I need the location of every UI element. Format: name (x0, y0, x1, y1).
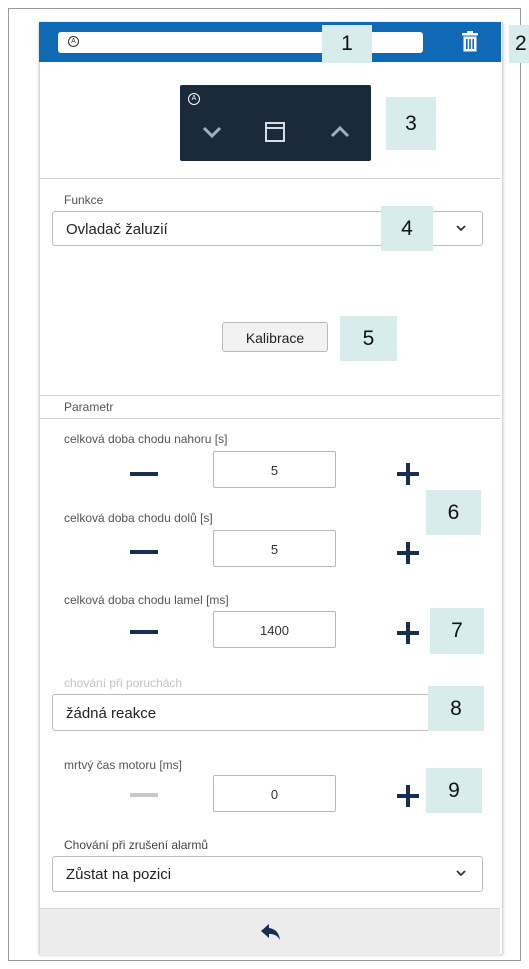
calibration-button[interactable]: Kalibrace (222, 322, 328, 352)
alarm-cancel-value: Zůstat na pozici (66, 866, 172, 883)
blind-stop-icon[interactable] (264, 121, 286, 143)
trash-icon[interactable] (460, 31, 480, 53)
alarm-cancel-label: Chování při zrušení alarmů (64, 838, 209, 852)
up-time-increment-button[interactable] (397, 463, 419, 485)
parameter-section-title: Parametr (64, 400, 114, 414)
back-arrow-icon[interactable] (260, 923, 282, 941)
footer-bar (40, 908, 500, 955)
callout-9: 9 (426, 768, 482, 813)
chevron-down-icon[interactable] (202, 125, 222, 139)
function-value: Ovladač žaluzií (66, 221, 168, 238)
auto-mode-icon: A (68, 36, 79, 47)
divider (40, 178, 500, 179)
dead-time-decrement-button[interactable] (130, 793, 158, 797)
callout-8: 8 (428, 686, 484, 731)
chevron-up-icon[interactable] (330, 125, 350, 139)
blind-control-preview: A (180, 85, 371, 161)
down-time-label: celková doba chodu dolů [s] (64, 511, 213, 525)
callout-3: 3 (386, 97, 436, 150)
callout-1: 1 (322, 25, 372, 63)
auto-mode-icon: A (188, 93, 200, 105)
up-time-decrement-button[interactable] (130, 472, 158, 476)
dead-time-label: mrtvý čas motoru [ms] (64, 758, 183, 772)
dead-time-input[interactable]: 0 (213, 775, 336, 812)
slat-time-increment-button[interactable] (397, 622, 419, 644)
slat-time-decrement-button[interactable] (130, 630, 158, 634)
chevron-down-icon (456, 870, 466, 877)
fault-behavior-select[interactable]: žádná reakce (52, 694, 483, 731)
fault-behavior-value: žádná reakce (66, 705, 157, 722)
divider (40, 418, 500, 419)
down-time-input[interactable]: 5 (213, 530, 336, 567)
callout-2: 2 (509, 25, 529, 63)
down-time-decrement-button[interactable] (130, 550, 158, 554)
function-label: Funkce (64, 193, 104, 207)
up-time-input[interactable]: 5 (213, 451, 336, 488)
down-time-increment-button[interactable] (397, 542, 419, 564)
callout-5: 5 (340, 316, 397, 361)
callout-4: 4 (381, 206, 433, 251)
divider (40, 395, 500, 396)
chevron-down-icon (456, 225, 466, 232)
slat-time-label: celková doba chodu lamel [ms] (64, 593, 229, 607)
up-time-label: celková doba chodu nahoru [s] (64, 432, 228, 446)
callout-6: 6 (426, 490, 481, 535)
callout-7: 7 (430, 608, 484, 654)
fault-behavior-label: chování při poruchách (64, 676, 183, 690)
alarm-cancel-select[interactable]: Zůstat na pozici (52, 856, 483, 892)
dead-time-increment-button[interactable] (397, 785, 419, 807)
slat-time-input[interactable]: 1400 (213, 611, 336, 648)
